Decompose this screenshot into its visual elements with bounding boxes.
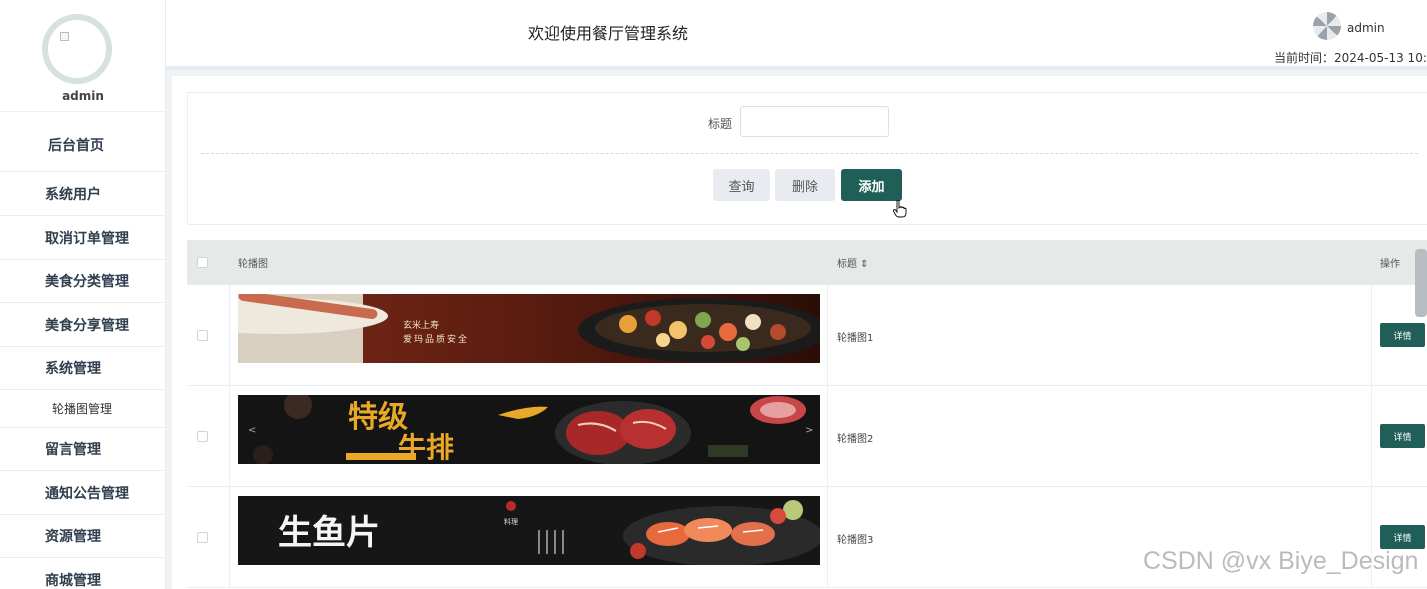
- row-checkbox[interactable]: [197, 532, 208, 543]
- carousel-banner-image: 生鱼片 料理: [238, 496, 820, 565]
- watermark: CSDN @vx Biye_Design: [1143, 547, 1419, 575]
- table-header: 轮播图 标题 ⇕ 操作: [187, 240, 1427, 285]
- vertical-scrollbar[interactable]: [1415, 249, 1427, 317]
- svg-text:<: <: [248, 425, 256, 436]
- sidebar-item-system-users[interactable]: 系统用户: [0, 172, 166, 216]
- sidebar-item-notices[interactable]: 通知公告管理: [0, 471, 166, 515]
- current-time: 当前时间：2024-05-13 10:0: [1274, 51, 1427, 65]
- sidebar-item-food-sharing[interactable]: 美食分享管理: [0, 303, 166, 347]
- row-title: 轮播图1: [837, 333, 874, 344]
- sidebar-item-resources[interactable]: 资源管理: [0, 515, 166, 558]
- row-checkbox[interactable]: [197, 330, 208, 341]
- svg-text:>: >: [805, 425, 813, 436]
- sidebar-profile: admin: [0, 0, 165, 112]
- broken-image-icon: [60, 32, 69, 41]
- banner-text-1: 生鱼片: [278, 513, 380, 553]
- banner-text-2: 爱玛品质安全: [403, 333, 469, 345]
- banner-text-2: 料理: [504, 517, 518, 526]
- column-header-actions: 操作: [1380, 259, 1400, 270]
- avatar[interactable]: [42, 14, 112, 84]
- table-row: < > 特级 牛排 轮播图2 详情: [187, 386, 1427, 487]
- sidebar-item-cancel-orders[interactable]: 取消订单管理: [0, 216, 166, 260]
- sidebar-item-carousel[interactable]: 轮播图管理: [0, 390, 166, 428]
- user-name[interactable]: admin: [1347, 21, 1385, 35]
- detail-button[interactable]: 详情: [1380, 525, 1425, 549]
- column-header-title[interactable]: 标题 ⇕: [837, 240, 869, 285]
- delete-button[interactable]: 删除: [775, 169, 835, 201]
- sidebar-item-mall[interactable]: 商城管理: [0, 558, 166, 589]
- sidebar-item-messages[interactable]: 留言管理: [0, 428, 166, 471]
- hand-cursor-icon: [893, 200, 907, 218]
- banner-text-1: 玄米上寿: [403, 319, 439, 331]
- query-button[interactable]: 查询: [713, 169, 770, 201]
- select-all-checkbox[interactable]: [197, 257, 208, 268]
- table-row: 玄米上寿 爱玛品质安全 轮播图1 详情: [187, 285, 1427, 386]
- search-panel: 标题 查询 删除 添加: [187, 92, 1427, 225]
- column-header-image: 轮播图: [238, 259, 268, 270]
- banner-text-1: 特级: [348, 400, 408, 435]
- carousel-table: 轮播图 标题 ⇕ 操作 玄米上寿 爱玛品质安全 轮播图1 详情 < > 特级 牛…: [187, 240, 1427, 589]
- row-title: 轮播图2: [837, 434, 874, 445]
- carousel-banner-image: < > 特级 牛排: [238, 395, 820, 464]
- row-checkbox[interactable]: [197, 431, 208, 442]
- search-title-input[interactable]: [740, 106, 889, 137]
- user-avatar[interactable]: [1313, 12, 1341, 40]
- add-button[interactable]: 添加: [841, 169, 902, 201]
- sidebar-item-system-management[interactable]: 系统管理: [0, 347, 166, 390]
- detail-button[interactable]: 详情: [1380, 424, 1425, 448]
- carousel-banner-image: 玄米上寿 爱玛品质安全: [238, 294, 820, 363]
- sidebar-item-food-categories[interactable]: 美食分类管理: [0, 260, 166, 303]
- search-title-label: 标题: [708, 117, 733, 131]
- main-content: 标题 查询 删除 添加 轮播图 标题 ⇕ 操作 玄米上寿 爱玛品质安全 轮播图1…: [172, 76, 1427, 589]
- detail-button[interactable]: 详情: [1380, 323, 1425, 347]
- row-title: 轮播图3: [837, 535, 874, 546]
- sidebar-item-home[interactable]: 后台首页: [0, 118, 166, 172]
- profile-name: admin: [62, 89, 104, 103]
- top-header: 欢迎使用餐厅管理系统 admin 当前时间：2024-05-13 10:0: [166, 0, 1427, 70]
- page-title: 欢迎使用餐厅管理系统: [528, 24, 689, 43]
- divider: [201, 153, 1418, 154]
- sidebar: admin 后台首页 系统用户 取消订单管理 美食分类管理 美食分享管理 系统管…: [0, 0, 166, 589]
